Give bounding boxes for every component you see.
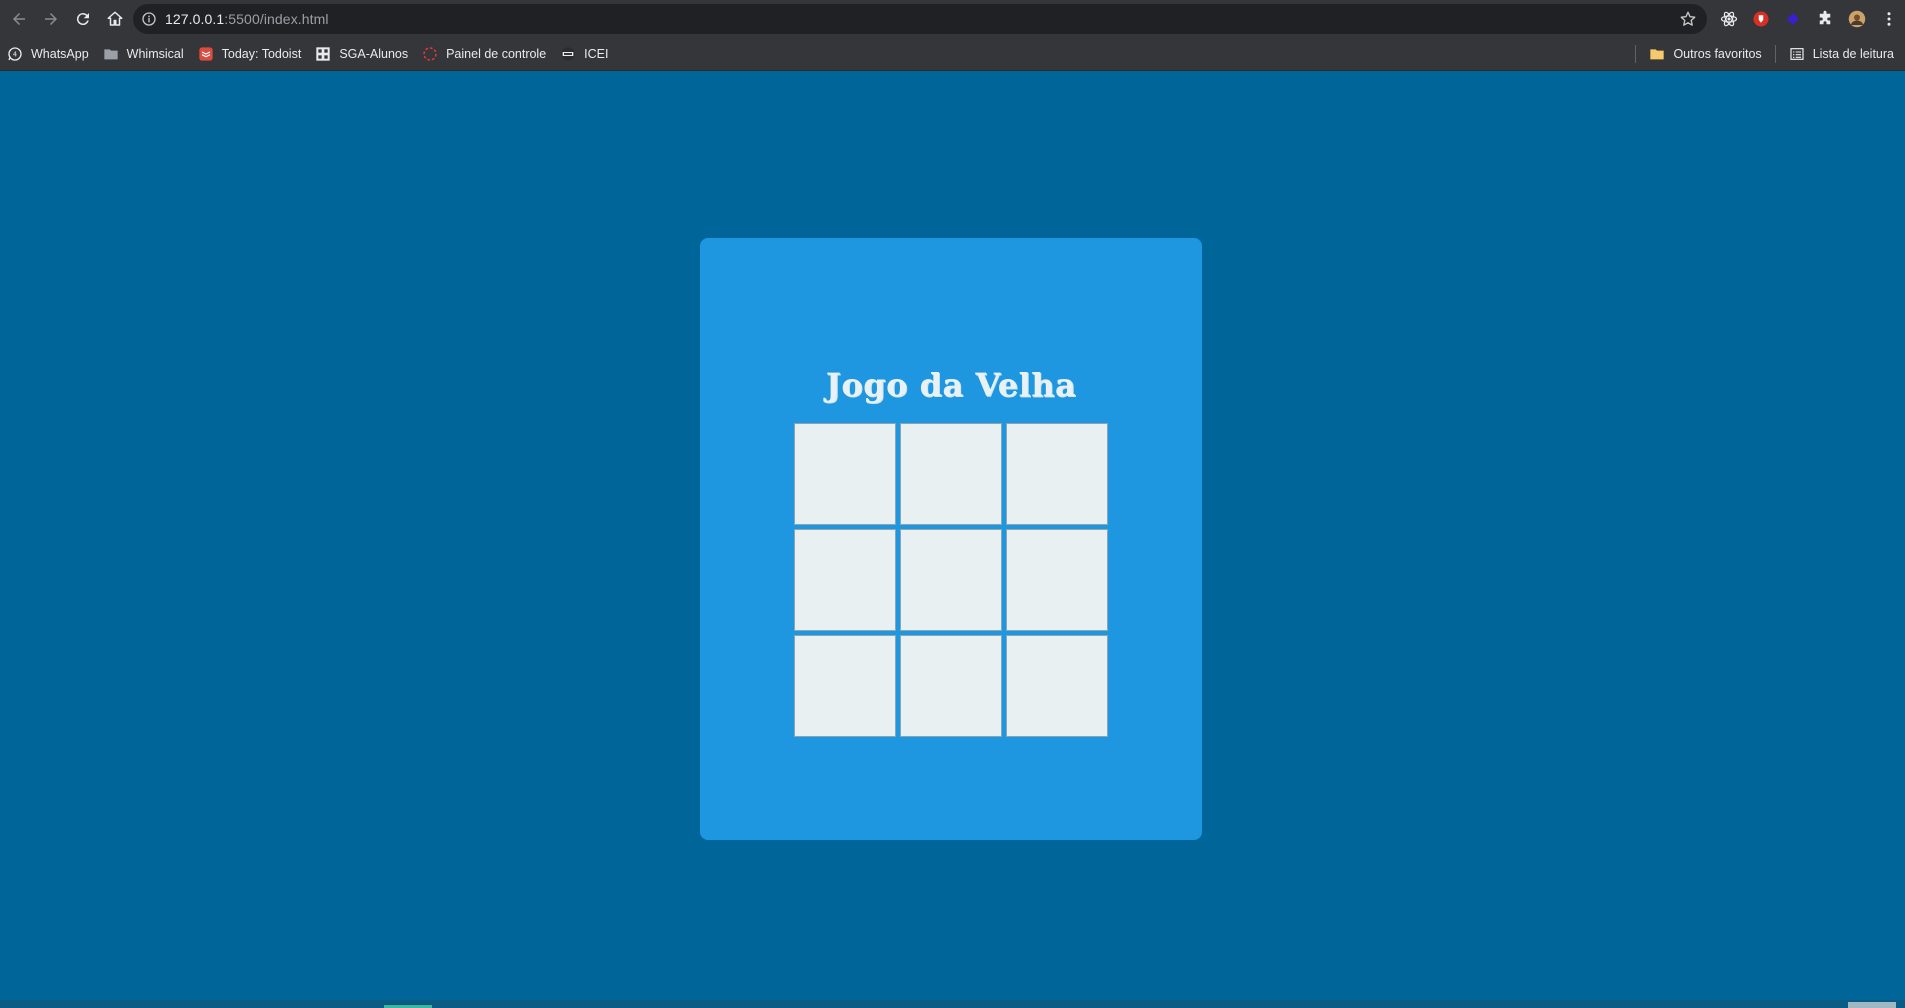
board-cell-4[interactable]	[794, 529, 896, 631]
browser-toolbar: 127.0.0.1:5500/index.html	[0, 0, 1905, 38]
address-bar[interactable]: 127.0.0.1:5500/index.html	[133, 4, 1707, 34]
reload-button[interactable]	[70, 6, 96, 32]
extensions-area	[1713, 0, 1905, 38]
folder-icon	[103, 46, 119, 62]
dashed-circle-icon	[422, 46, 438, 62]
reading-list-icon	[1789, 46, 1805, 62]
board-cell-8[interactable]	[900, 635, 1002, 737]
url-path: :5500/index.html	[224, 11, 329, 27]
bookmarks-bar: 4 WhatsApp Whimsical Today: Todoist SGA-…	[0, 38, 1905, 71]
game-card: Jogo da Velha	[700, 238, 1202, 840]
red-shield-icon	[1753, 11, 1769, 27]
board-cell-7[interactable]	[794, 635, 896, 737]
home-icon	[107, 11, 123, 26]
react-icon	[1720, 11, 1738, 27]
purple-extension[interactable]	[1783, 9, 1803, 29]
page-viewport: Jogo da Velha	[0, 71, 1905, 1008]
bookmark-whatsapp[interactable]: 4 WhatsApp	[0, 40, 96, 68]
reading-list-label: Lista de leitura	[1812, 47, 1894, 61]
home-button[interactable]	[102, 6, 128, 32]
board-cell-3[interactable]	[1006, 423, 1108, 525]
arrow-right-icon	[45, 13, 57, 25]
divider	[1774, 45, 1776, 63]
react-devtools-extension[interactable]	[1719, 9, 1739, 29]
other-bookmarks-label: Outros favoritos	[1673, 47, 1762, 61]
board-cell-2[interactable]	[900, 423, 1002, 525]
forward-button[interactable]	[38, 6, 64, 32]
bookmark-label: Whimsical	[126, 47, 184, 61]
taskbar-indicator	[1848, 1002, 1896, 1008]
profile-button[interactable]	[1847, 9, 1867, 29]
bookmark-label: Painel de controle	[446, 47, 547, 61]
bookmark-sga-alunos[interactable]: SGA-Alunos	[308, 40, 415, 68]
taskbar-edge	[0, 1000, 1905, 1008]
board-cell-9[interactable]	[1006, 635, 1108, 737]
reading-list[interactable]: Lista de leitura	[1782, 40, 1901, 68]
more-vertical-icon	[1887, 12, 1891, 26]
arrow-left-icon	[13, 13, 25, 25]
menu-button[interactable]	[1879, 9, 1899, 29]
page-title: Jogo da Velha	[825, 366, 1077, 404]
bookmarks-right: Outros favoritos Lista de leitura	[1629, 38, 1901, 70]
extensions-button[interactable]	[1815, 9, 1835, 29]
reload-icon	[76, 13, 89, 26]
bookmark-todoist[interactable]: Today: Todoist	[191, 40, 309, 68]
board-cell-6[interactable]	[1006, 529, 1108, 631]
divider	[1635, 45, 1637, 63]
url-host: 127.0.0.1	[165, 11, 225, 27]
avatar-icon	[1848, 10, 1866, 28]
tic-tac-toe-board	[794, 423, 1112, 741]
folder-icon	[1649, 46, 1665, 62]
info-icon[interactable]	[141, 11, 157, 27]
bookmark-icei[interactable]: ICEI	[553, 40, 615, 68]
bookmark-label: ICEI	[584, 47, 609, 61]
puzzle-icon	[1819, 10, 1831, 25]
other-bookmarks[interactable]: Outros favoritos	[1642, 40, 1768, 68]
board-cell-1[interactable]	[794, 423, 896, 525]
bookmark-label: WhatsApp	[31, 47, 89, 61]
star-icon[interactable]	[1679, 10, 1697, 28]
red-extension[interactable]	[1751, 9, 1771, 29]
whatsapp-icon: 4	[7, 46, 23, 62]
bookmark-label: SGA-Alunos	[339, 47, 409, 61]
bookmark-painel-de-controle[interactable]: Painel de controle	[415, 40, 553, 68]
back-button[interactable]	[6, 6, 32, 32]
bookmark-label: Today: Todoist	[221, 47, 302, 61]
diamond-icon	[1787, 13, 1799, 25]
svg-text:4: 4	[13, 51, 17, 59]
todoist-icon	[198, 46, 214, 62]
board-cell-5[interactable]	[900, 529, 1002, 631]
bookmark-whimsical[interactable]: Whimsical	[96, 40, 191, 68]
icei-icon	[560, 46, 576, 62]
sga-icon	[315, 46, 331, 62]
url-text: 127.0.0.1:5500/index.html	[165, 11, 329, 27]
